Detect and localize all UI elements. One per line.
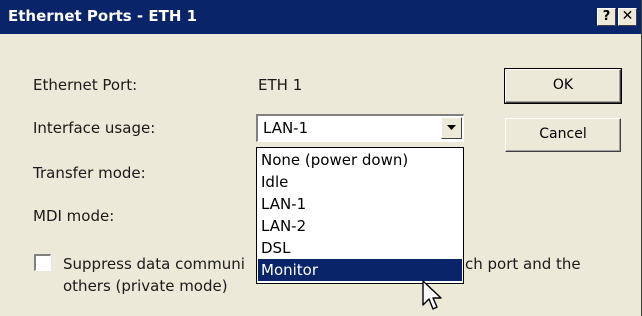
cancel-button[interactable]: Cancel <box>505 118 621 152</box>
interface-usage-combobox[interactable]: LAN-1 <box>256 114 464 142</box>
help-button[interactable]: ? <box>597 8 616 26</box>
close-button[interactable]: ✕ <box>618 8 637 26</box>
ethernet-port-value: ETH 1 <box>258 76 303 94</box>
window-title: Ethernet Ports - ETH 1 <box>8 7 198 25</box>
option-none-power-down[interactable]: None (power down) <box>258 149 462 171</box>
private-mode-label-part2: ch port and the <box>465 255 581 273</box>
interface-usage-label: Interface usage: <box>33 119 156 137</box>
option-idle[interactable]: Idle <box>258 171 462 193</box>
option-dsl[interactable]: DSL <box>258 237 462 259</box>
chevron-down-icon <box>447 125 456 130</box>
title-bar[interactable]: Ethernet Ports - ETH 1 ? ✕ <box>0 0 641 34</box>
private-mode-checkbox[interactable] <box>34 254 51 271</box>
transfer-mode-label: Transfer mode: <box>33 164 146 182</box>
ok-button[interactable]: OK <box>504 68 622 104</box>
private-mode-label-part1: Suppress data communi <box>63 255 245 273</box>
interface-usage-dropdown-list[interactable]: None (power down) Idle LAN-1 LAN-2 DSL M… <box>256 147 464 284</box>
option-monitor[interactable]: Monitor <box>258 259 462 281</box>
option-lan-1[interactable]: LAN-1 <box>258 193 462 215</box>
option-lan-2[interactable]: LAN-2 <box>258 215 462 237</box>
interface-usage-selected-value: LAN-1 <box>263 119 309 137</box>
private-mode-label-line2: others (private mode) <box>63 277 228 295</box>
dropdown-arrow-button[interactable] <box>441 117 462 139</box>
ethernet-port-label: Ethernet Port: <box>33 76 138 94</box>
mouse-cursor-icon <box>422 280 442 310</box>
ethernet-ports-dialog: Ethernet Ports - ETH 1 ? ✕ Ethernet Port… <box>0 0 642 316</box>
mdi-mode-label: MDI mode: <box>33 207 115 225</box>
